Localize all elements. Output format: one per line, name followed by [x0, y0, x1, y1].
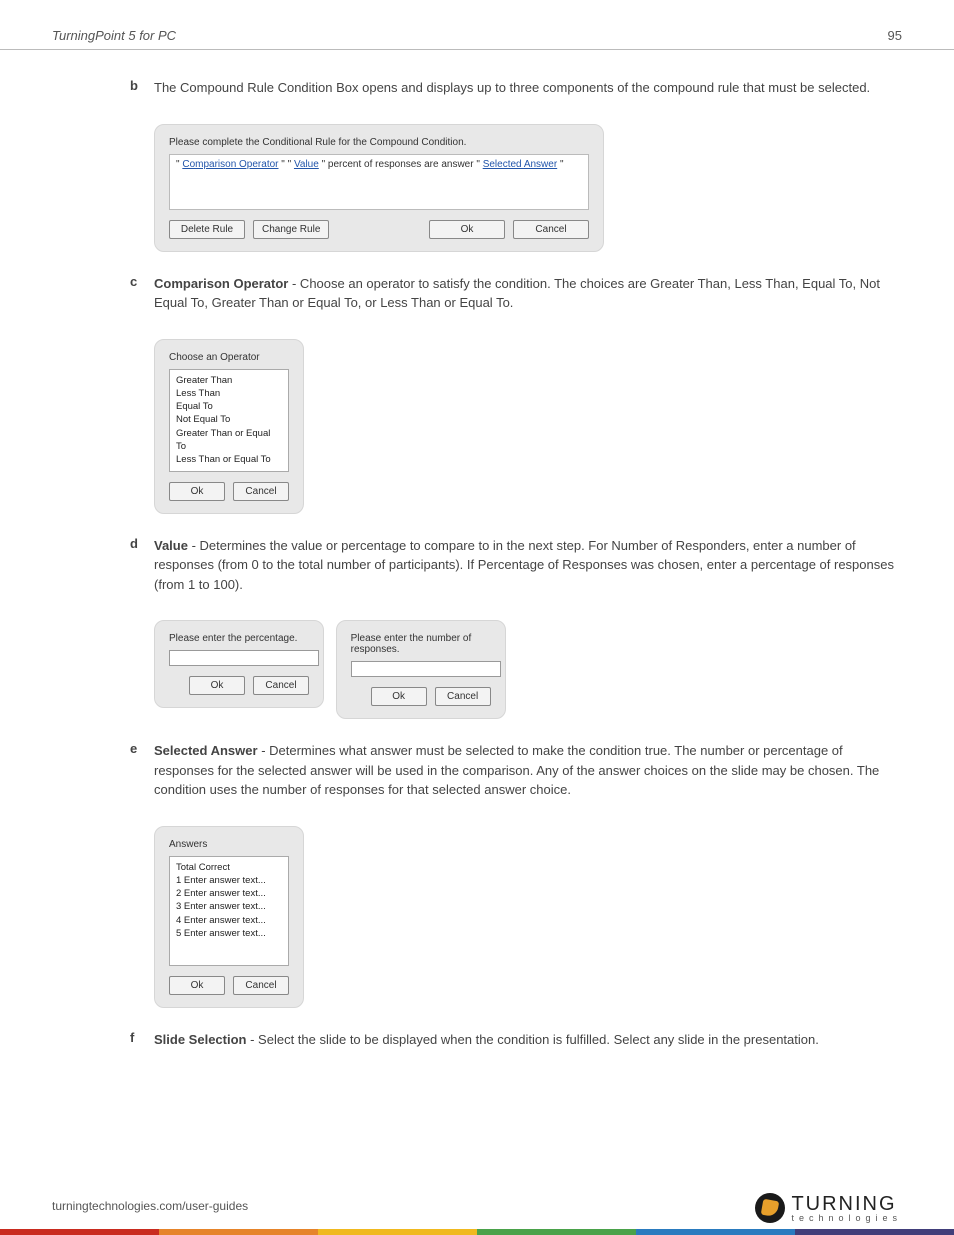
ok-button[interactable]: Ok	[189, 676, 245, 695]
doc-title: TurningPoint 5 for PC	[52, 28, 176, 43]
list-item[interactable]: Not Equal To	[176, 413, 282, 426]
ok-button[interactable]: Ok	[169, 976, 225, 995]
compound-rule-dialog: Please complete the Conditional Rule for…	[154, 124, 604, 252]
dialog-buttons: Delete Rule Change Rule Ok Cancel	[169, 220, 589, 239]
responses-input[interactable]	[351, 661, 501, 677]
list-item[interactable]: 3 Enter answer text...	[176, 900, 282, 913]
step-desc: - Select the slide to be displayed when …	[250, 1032, 819, 1047]
list-item[interactable]: Less Than or Equal To	[176, 453, 282, 466]
list-item[interactable]: Equal To	[176, 400, 282, 413]
list-item[interactable]: Greater Than or Equal To	[176, 427, 282, 454]
list-item[interactable]: 5 Enter answer text...	[176, 927, 282, 940]
step-b: b The Compound Rule Condition Box opens …	[130, 78, 902, 98]
dialog-title: Choose an Operator	[169, 352, 289, 363]
dialog-title: Please complete the Conditional Rule for…	[169, 137, 589, 148]
step-desc: - Determines the value or percentage to …	[154, 538, 894, 592]
brand-sub: technologies	[791, 1214, 902, 1223]
change-rule-button[interactable]: Change Rule	[253, 220, 329, 239]
brand-logo: TURNING technologies	[755, 1193, 902, 1223]
answers-dialog: Answers Total Correct 1 Enter answer tex…	[154, 826, 304, 1008]
cancel-button[interactable]: Cancel	[513, 220, 589, 239]
footer-url: turningtechnologies.com/user-guides	[52, 1199, 248, 1223]
step-c: c Comparison Operator - Choose an operat…	[130, 274, 902, 313]
step-label: Slide Selection	[154, 1032, 246, 1047]
dialog-buttons: Ok Cancel	[169, 676, 309, 695]
brand-name: TURNING	[791, 1194, 902, 1214]
rule-text-box: " Comparison Operator " " Value " percen…	[169, 154, 589, 210]
dialog-title: Answers	[169, 839, 289, 850]
dialog-title: Please enter the number of responses.	[351, 633, 491, 655]
footer-stripe	[0, 1229, 954, 1235]
page-footer: turningtechnologies.com/user-guides TURN…	[0, 1193, 954, 1235]
operator-list[interactable]: Greater Than Less Than Equal To Not Equa…	[169, 369, 289, 472]
answers-list[interactable]: Total Correct 1 Enter answer text... 2 E…	[169, 856, 289, 966]
step-text: Value - Determines the value or percenta…	[154, 536, 902, 595]
page-header: TurningPoint 5 for PC 95	[0, 0, 954, 50]
step-text: Selected Answer - Determines what answer…	[154, 741, 902, 800]
comparison-operator-link[interactable]: Comparison Operator	[182, 159, 278, 170]
step-d: d Value - Determines the value or percen…	[130, 536, 902, 595]
dialog-buttons: Ok Cancel	[169, 482, 289, 501]
step-label: Comparison Operator	[154, 276, 288, 291]
responses-dialog: Please enter the number of responses. Ok…	[336, 620, 506, 719]
step-text: Slide Selection - Select the slide to be…	[154, 1030, 902, 1050]
dialog-buttons: Ok Cancel	[169, 976, 289, 995]
page-number: 95	[888, 28, 902, 43]
cancel-button[interactable]: Cancel	[435, 687, 491, 706]
step-label: Selected Answer	[154, 743, 258, 758]
content: b The Compound Rule Condition Box opens …	[0, 78, 954, 1049]
value-link[interactable]: Value	[294, 159, 319, 170]
selected-answer-link[interactable]: Selected Answer	[483, 159, 558, 170]
ok-button[interactable]: Ok	[429, 220, 505, 239]
list-item[interactable]: 4 Enter answer text...	[176, 914, 282, 927]
dialog-title: Please enter the percentage.	[169, 633, 309, 644]
operator-dialog: Choose an Operator Greater Than Less Tha…	[154, 339, 304, 514]
step-label: Value	[154, 538, 188, 553]
step-e: e Selected Answer - Determines what answ…	[130, 741, 902, 800]
list-item[interactable]: Greater Than	[176, 374, 282, 387]
ok-button[interactable]: Ok	[169, 482, 225, 501]
logo-icon	[755, 1193, 785, 1223]
rule-mid-text: percent of responses are answer	[328, 159, 476, 170]
step-letter: c	[130, 274, 154, 313]
step-letter: e	[130, 741, 154, 800]
ok-button[interactable]: Ok	[371, 687, 427, 706]
step-text: The Compound Rule Condition Box opens an…	[154, 78, 902, 98]
list-item[interactable]: 1 Enter answer text...	[176, 874, 282, 887]
step-f: f Slide Selection - Select the slide to …	[130, 1030, 902, 1050]
step-text: Comparison Operator - Choose an operator…	[154, 274, 902, 313]
dialog-buttons: Ok Cancel	[351, 687, 491, 706]
delete-rule-button[interactable]: Delete Rule	[169, 220, 245, 239]
step-letter: f	[130, 1030, 154, 1050]
step-letter: d	[130, 536, 154, 595]
list-item[interactable]: Less Than	[176, 387, 282, 400]
list-item[interactable]: Total Correct	[176, 861, 282, 874]
step-desc: - Determines what answer must be selecte…	[154, 743, 879, 797]
percentage-dialog: Please enter the percentage. Ok Cancel	[154, 620, 324, 708]
percentage-input[interactable]	[169, 650, 319, 666]
cancel-button[interactable]: Cancel	[233, 482, 289, 501]
step-letter: b	[130, 78, 154, 98]
list-item[interactable]: 2 Enter answer text...	[176, 887, 282, 900]
cancel-button[interactable]: Cancel	[253, 676, 309, 695]
cancel-button[interactable]: Cancel	[233, 976, 289, 995]
